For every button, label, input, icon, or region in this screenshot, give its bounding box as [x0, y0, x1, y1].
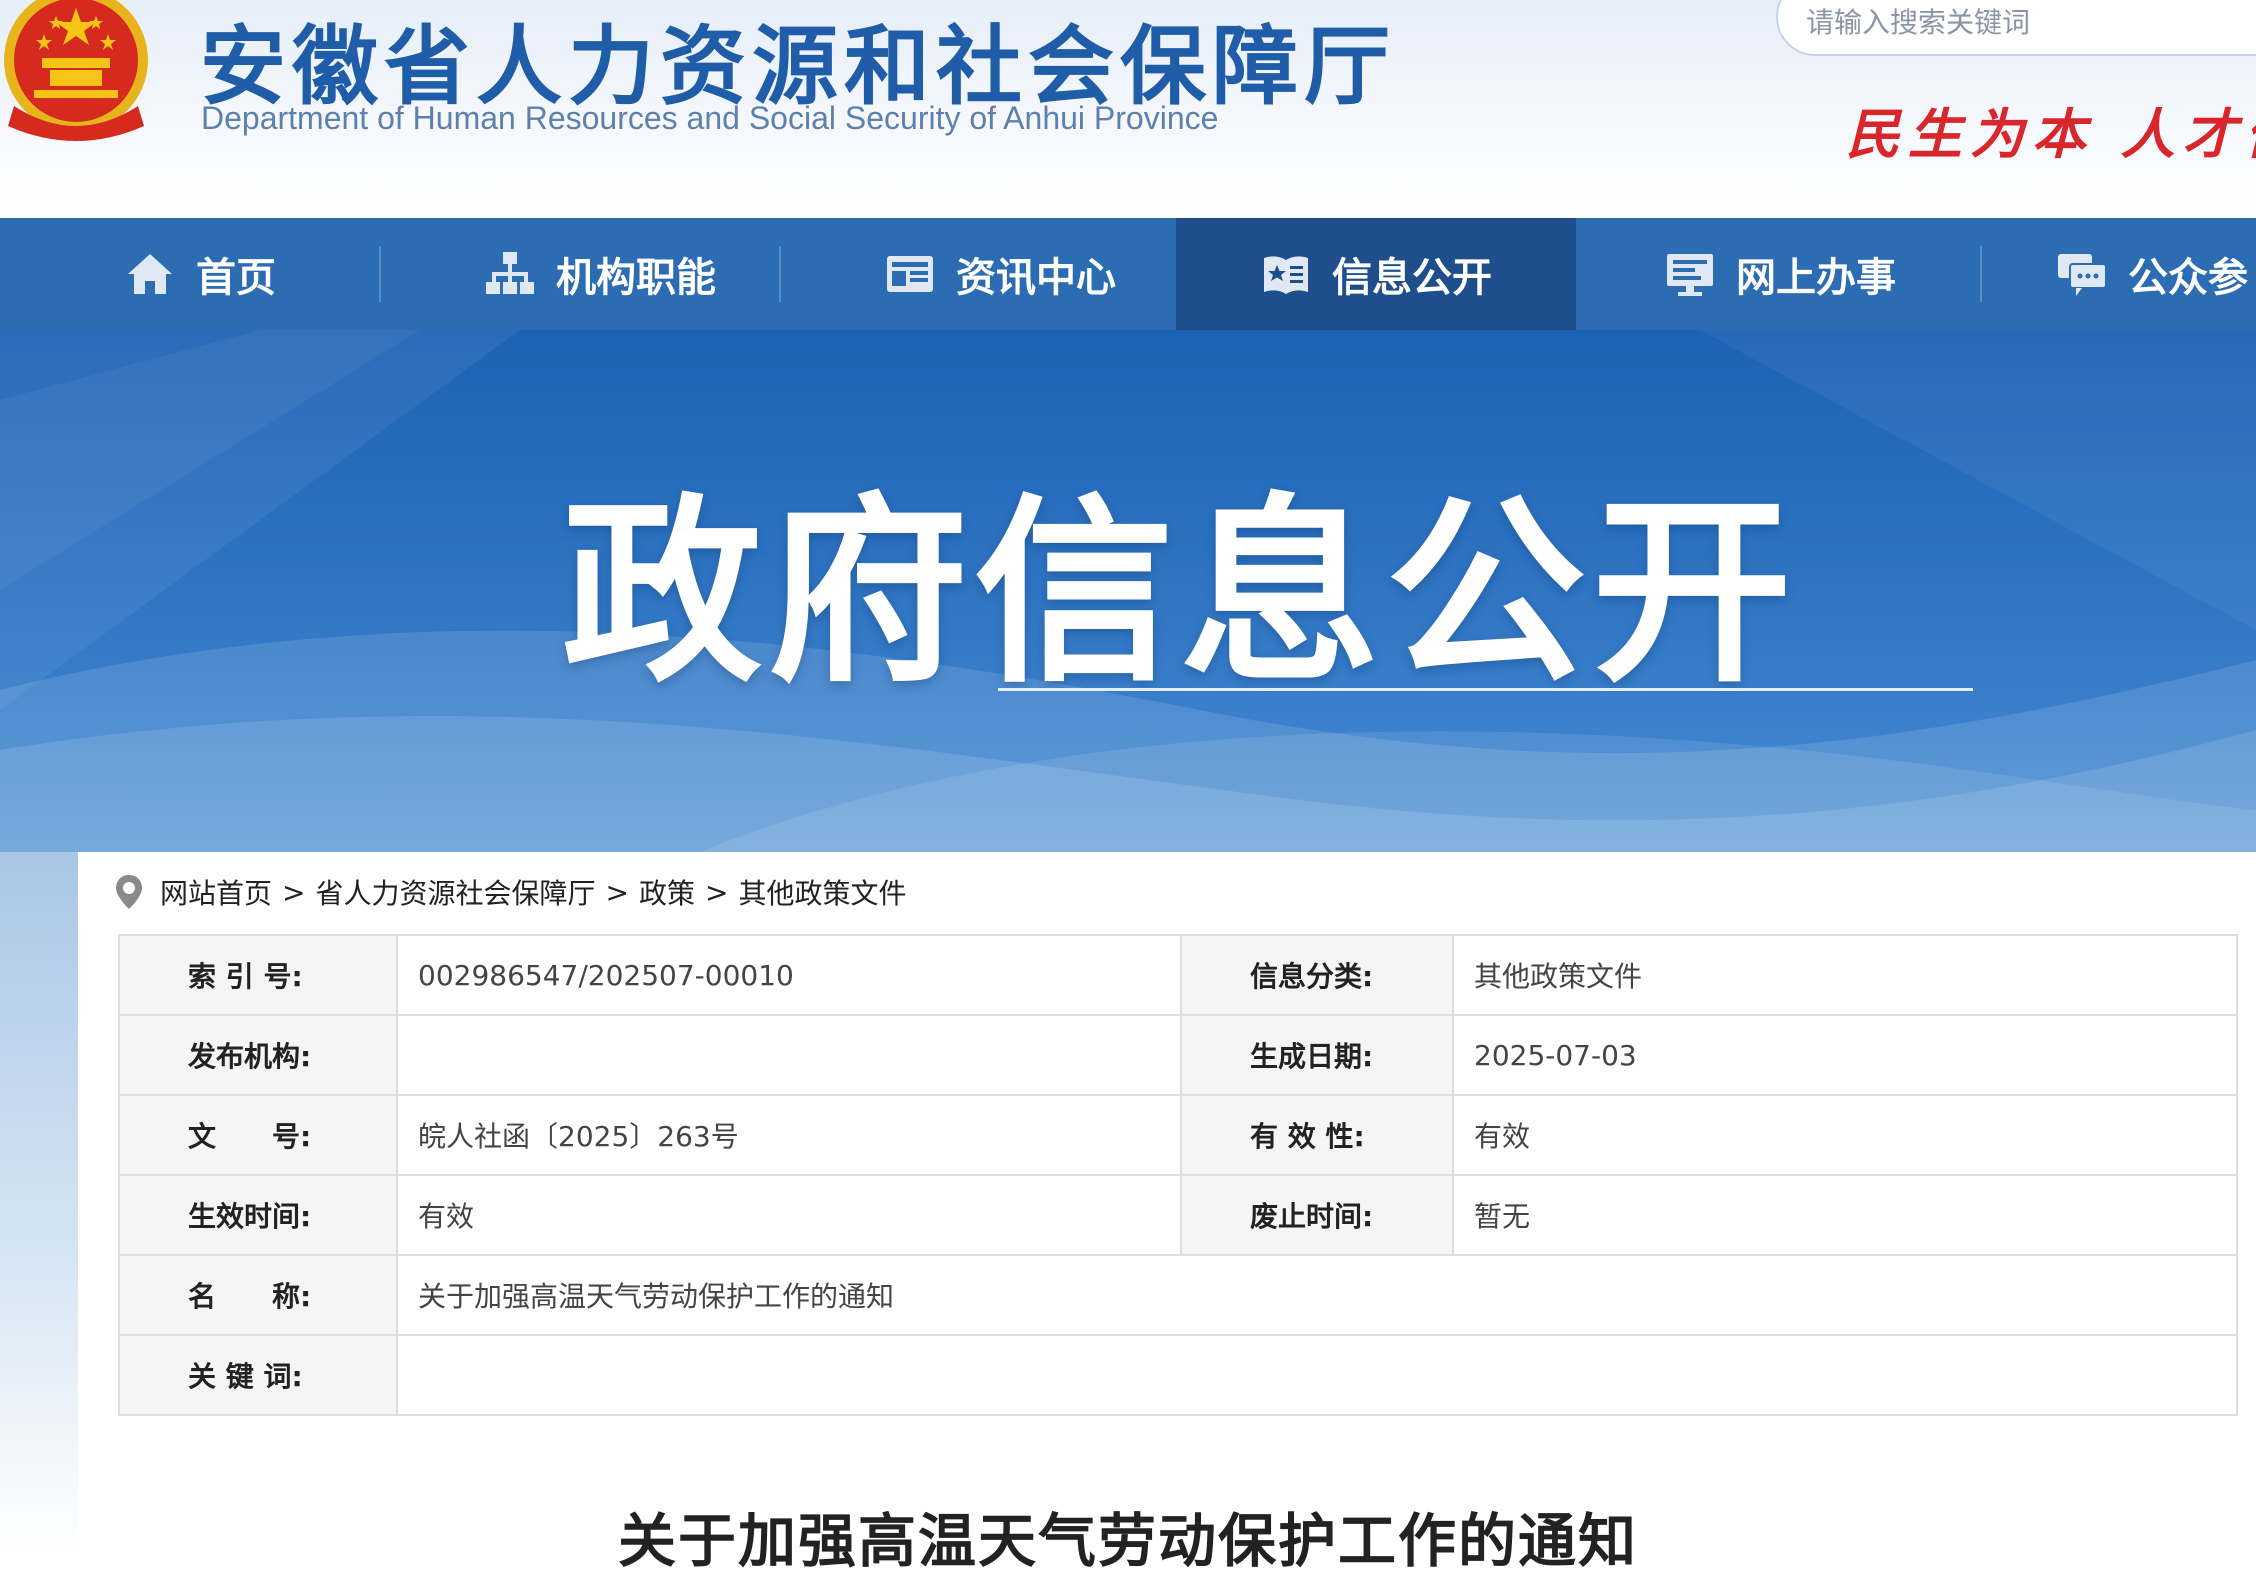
nav-label-news: 资讯中心: [956, 255, 1116, 301]
index-number-label: 索 引 号:: [118, 934, 398, 1016]
nav-label-public-participation: 公众参: [2128, 255, 2248, 301]
news-icon: [887, 256, 933, 292]
home-icon: [128, 254, 172, 294]
abolish-time-label: 废止时间:: [1180, 1174, 1454, 1256]
breadcrumb: 网站首页 > 省人力资源社会保障厅 > 政策 > 其他政策文件: [114, 872, 906, 912]
search-box[interactable]: [1776, 0, 2256, 56]
chat-icon: [2058, 254, 2107, 296]
nav-label-info-disclosure: 信息公开: [1332, 255, 1492, 301]
banner-title: 政府信息公开: [562, 477, 1799, 710]
nav-label-organization: 机构职能: [556, 255, 716, 301]
date-value: 2025-07-03: [1452, 1014, 2238, 1096]
publisher-value: [396, 1014, 1182, 1096]
nav-item-info-disclosure[interactable]: 信息公开: [1176, 218, 1576, 330]
site-subtitle: Department of Human Resources and Social…: [201, 100, 1219, 136]
national-emblem-icon: [4, 0, 148, 141]
banner-underline: [998, 688, 1973, 691]
nav-label-online-services: 网上办事: [1736, 255, 1896, 301]
name-label: 名 称:: [118, 1254, 398, 1336]
breadcrumb-home[interactable]: 网站首页: [160, 872, 272, 912]
category-value: 其他政策文件: [1452, 934, 2238, 1016]
keywords-label: 关 键 词:: [118, 1334, 398, 1416]
category-label: 信息分类:: [1180, 934, 1454, 1016]
breadcrumb-separator: >: [605, 875, 629, 909]
breadcrumb-other-policy-files[interactable]: 其他政策文件: [738, 872, 906, 912]
nav-item-public-participation[interactable]: 公众参: [2016, 218, 2256, 330]
site-header: 安徽省人力资源和社会保障厅 Department of Human Resour…: [0, 0, 2256, 218]
slogan: 民生为本 人才优: [1846, 102, 2256, 166]
document-metadata-table: 索 引 号: 002986547/202507-00010 信息分类: 其他政策…: [118, 934, 2238, 1416]
abolish-time-value: 暂无: [1452, 1174, 2238, 1256]
nav-label-home: 首页: [196, 255, 276, 301]
effective-time-label: 生效时间:: [118, 1174, 398, 1256]
validity-value: 有效: [1452, 1094, 2238, 1176]
nav-item-home[interactable]: 首页: [0, 218, 400, 330]
date-label: 生成日期:: [1180, 1014, 1454, 1096]
name-value: 关于加强高温天气劳动保护工作的通知: [396, 1254, 2238, 1336]
content-area: 网站首页 > 省人力资源社会保障厅 > 政策 > 其他政策文件 索 引 号: 0…: [78, 852, 2256, 1575]
table-row: 发布机构: 生成日期: 2025-07-03: [118, 1014, 2238, 1096]
search-input[interactable]: [1806, 4, 2256, 40]
breadcrumb-department[interactable]: 省人力资源社会保障厅: [315, 872, 595, 912]
monitor-icon: [1667, 254, 1713, 296]
index-number-value: 002986547/202507-00010: [396, 934, 1182, 1016]
document-number-label: 文 号:: [118, 1094, 398, 1176]
article-title: 关于加强高温天气劳动保护工作的通知: [617, 1507, 1638, 1575]
nav-item-organization[interactable]: 机构职能: [400, 218, 800, 330]
book-star-icon: [1264, 256, 1308, 294]
nav-item-news[interactable]: 资讯中心: [800, 218, 1200, 330]
main-nav: 首页 机构职能 资讯中心 信息公开 网上办事 公众参: [0, 218, 2256, 330]
document-number-value: 皖人社函〔2025〕263号: [396, 1094, 1182, 1176]
breadcrumb-policy[interactable]: 政策: [639, 872, 695, 912]
hero-banner: 政府信息公开: [0, 330, 2256, 852]
publisher-label: 发布机构:: [118, 1014, 398, 1096]
location-pin-icon: [116, 875, 142, 909]
keywords-value: [396, 1334, 2238, 1416]
content-side-shadow: [0, 852, 78, 1552]
effective-time-value: 有效: [396, 1174, 1182, 1256]
table-row: 名 称: 关于加强高温天气劳动保护工作的通知: [118, 1254, 2238, 1336]
nav-divider: [779, 246, 781, 302]
org-chart-icon: [486, 252, 534, 294]
table-row: 文 号: 皖人社函〔2025〕263号 有 效 性: 有效: [118, 1094, 2238, 1176]
table-row: 关 键 词:: [118, 1334, 2238, 1416]
table-row: 索 引 号: 002986547/202507-00010 信息分类: 其他政策…: [118, 934, 2238, 1016]
breadcrumb-separator: >: [282, 875, 306, 909]
validity-label: 有 效 性:: [1180, 1094, 1454, 1176]
breadcrumb-separator: >: [704, 875, 729, 909]
table-row: 生效时间: 有效 废止时间: 暂无: [118, 1174, 2238, 1256]
nav-divider: [379, 246, 381, 302]
nav-item-online-services[interactable]: 网上办事: [1580, 218, 1980, 330]
nav-divider: [1980, 246, 1982, 302]
